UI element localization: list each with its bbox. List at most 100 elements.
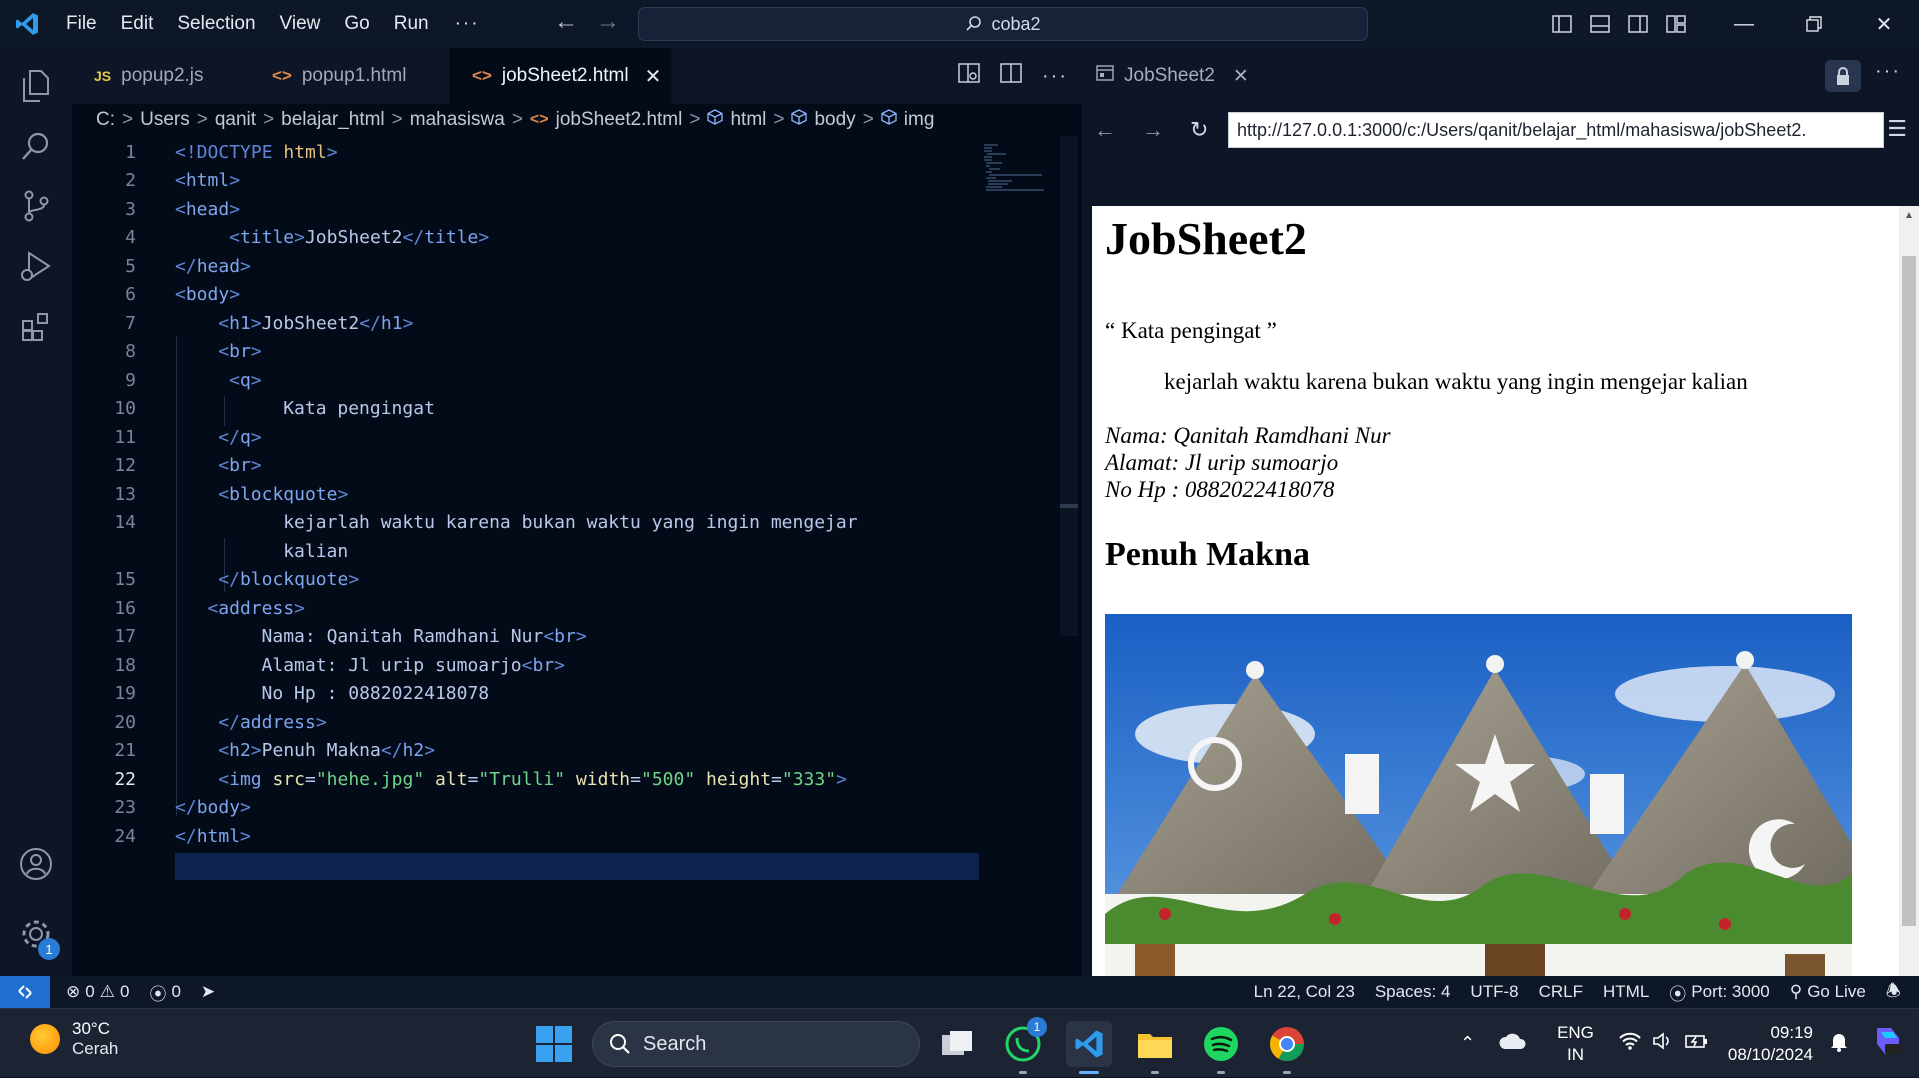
code-token: < (218, 312, 230, 334)
minimize-button[interactable]: — (1709, 0, 1779, 48)
toggle-sidebar-icon[interactable] (1543, 0, 1581, 48)
cursor-position[interactable]: Ln 22, Col 23 (1244, 982, 1365, 1002)
explorer-icon[interactable] (14, 64, 58, 108)
spotify-icon[interactable] (1198, 1021, 1244, 1067)
indentation[interactable]: Spaces: 4 (1365, 982, 1461, 1002)
warning-count: 0 (119, 982, 130, 1001)
menu-run[interactable]: Run (382, 13, 441, 35)
accounts-icon[interactable] (14, 842, 58, 886)
code-token: blockquote (229, 483, 338, 505)
notifications-bell-icon[interactable]: 🕭 (1876, 978, 1911, 1007)
go-live-button[interactable]: ⚲ Go Live (1780, 982, 1876, 1002)
run-debug-icon[interactable] (14, 244, 58, 288)
breadcrumb-item[interactable]: html (730, 109, 766, 131)
preview-scrollbar[interactable]: ▲ ▼ (1899, 206, 1919, 1026)
split-editor-icon[interactable] (1000, 63, 1022, 89)
onedrive-cloud-icon[interactable] (1499, 1032, 1527, 1055)
restore-button[interactable] (1779, 0, 1849, 48)
tab-popup2-js[interactable]: JS popup2.js (72, 48, 250, 104)
menu-file[interactable]: File (54, 13, 109, 35)
windows-start-icon[interactable] (536, 1026, 572, 1067)
more-actions-icon[interactable]: ··· (1042, 65, 1068, 88)
menu-view[interactable]: View (268, 13, 333, 35)
editor-scrollbar-thumb[interactable] (1060, 504, 1078, 508)
breadcrumb-item[interactable]: qanit (215, 109, 256, 131)
ports-indicator[interactable]: ⦿ 0 (139, 980, 190, 1005)
toggle-secondary-sidebar-icon[interactable] (1619, 0, 1657, 48)
weather-widget[interactable]: 30°C Cerah (30, 1019, 118, 1059)
browser-reload-icon[interactable]: ↻ (1190, 117, 1208, 143)
code-token: > (294, 227, 305, 248)
toggle-panel-icon[interactable] (1581, 0, 1619, 48)
close-tab-icon[interactable]: ✕ (1233, 65, 1249, 88)
volume-icon[interactable] (1652, 1032, 1674, 1055)
sun-icon (30, 1024, 60, 1054)
customize-layout-icon[interactable] (1657, 0, 1695, 48)
show-hidden-icons[interactable]: ⌃ (1460, 1033, 1475, 1054)
code-token: "hehe.jpg" (315, 768, 425, 790)
menu-more-button[interactable]: ··· (441, 13, 494, 35)
more-actions-icon[interactable]: ··· (1875, 60, 1901, 83)
code-token: head (185, 198, 230, 220)
menu-go[interactable]: Go (332, 13, 381, 35)
taskbar-search[interactable]: Search (592, 1021, 920, 1067)
tab-popup1-html[interactable]: <> popup1.html (250, 48, 450, 104)
code-token: q (239, 426, 251, 448)
battery-charging-icon[interactable] (1684, 1032, 1710, 1055)
close-tab-icon[interactable]: ✕ (645, 64, 662, 89)
code-editor[interactable]: 1 <!DOCTYPE html> 2 <html> 3 <head> 4 <title>Jo… (72, 136, 1082, 976)
close-window-button[interactable]: ✕ (1849, 0, 1919, 48)
code-token: > (337, 483, 349, 505)
code-text: <html> (175, 170, 240, 191)
notification-bell-icon[interactable] (1829, 1030, 1849, 1057)
file-explorer-icon[interactable] (1132, 1021, 1178, 1067)
live-server-port[interactable]: ⦿ Port: 3000 (1659, 980, 1779, 1005)
breadcrumb-item[interactable]: belajar_html (281, 109, 385, 131)
code-token: address (239, 711, 316, 733)
task-view-icon[interactable] (934, 1021, 980, 1067)
hamburger-menu-icon[interactable]: ☰ (1887, 116, 1907, 142)
browser-back-icon[interactable]: ← (1094, 117, 1116, 143)
source-control-icon[interactable] (14, 184, 58, 228)
breadcrumb-item[interactable]: Users (140, 109, 190, 131)
copilot-icon[interactable] (1871, 1024, 1905, 1063)
open-preview-icon[interactable] (958, 63, 980, 89)
breadcrumb-item[interactable]: mahasiswa (410, 109, 505, 131)
wifi-icon[interactable] (1618, 1032, 1642, 1055)
code-text: </blockquote> (218, 569, 359, 590)
clock[interactable]: 09:19 08/10/2024 (1728, 1022, 1813, 1066)
code-token: </ (402, 227, 425, 248)
language-indicator[interactable]: ENG IN (1557, 1022, 1594, 1066)
forward-arrow-icon[interactable]: → (596, 8, 620, 36)
breadcrumb-item[interactable]: img (904, 109, 935, 131)
chrome-icon[interactable] (1264, 1021, 1310, 1067)
extensions-icon[interactable] (14, 304, 58, 348)
breadcrumb-item[interactable]: jobSheet2.html (556, 109, 683, 131)
editor-scrollbar-track[interactable] (1060, 136, 1078, 636)
preview-scrollbar-thumb[interactable] (1902, 256, 1916, 926)
code-token: "Trulli" (478, 768, 566, 790)
minimap[interactable] (984, 144, 1046, 194)
breadcrumb-item[interactable]: C: (96, 109, 115, 131)
breadcrumb-item[interactable]: body (814, 109, 855, 131)
language-mode[interactable]: HTML (1593, 982, 1659, 1002)
menu-edit[interactable]: Edit (109, 13, 166, 35)
problems-indicator[interactable]: ⊗ 0 ⚠ 0 (56, 982, 139, 1002)
tab-preview-jobsheet2[interactable]: JobSheet2 ✕ (1082, 48, 1266, 104)
url-input[interactable]: http://127.0.0.1:3000/c:/Users/qanit/bel… (1228, 112, 1884, 148)
back-arrow-icon[interactable]: ← (554, 8, 578, 36)
browser-forward-icon[interactable]: → (1142, 117, 1164, 143)
indent-guide (176, 336, 177, 816)
tab-jobsheet2-html[interactable]: <> jobSheet2.html ✕ (450, 48, 672, 104)
command-center-search[interactable]: coba2 (638, 7, 1368, 41)
file-encoding[interactable]: UTF-8 (1460, 982, 1528, 1002)
debug-launch-icon[interactable]: ➤ (191, 982, 225, 1002)
remote-indicator-icon[interactable] (0, 976, 50, 1008)
code-text: </head> (175, 256, 251, 277)
lock-icon[interactable] (1825, 60, 1861, 92)
search-view-icon[interactable] (14, 124, 58, 168)
line-ending[interactable]: CRLF (1529, 982, 1593, 1002)
editor-group: JS popup2.js <> popup1.html <> jobSheet2… (72, 48, 1082, 976)
menu-selection[interactable]: Selection (165, 13, 267, 35)
vscode-taskbar-icon[interactable] (1066, 1021, 1112, 1067)
